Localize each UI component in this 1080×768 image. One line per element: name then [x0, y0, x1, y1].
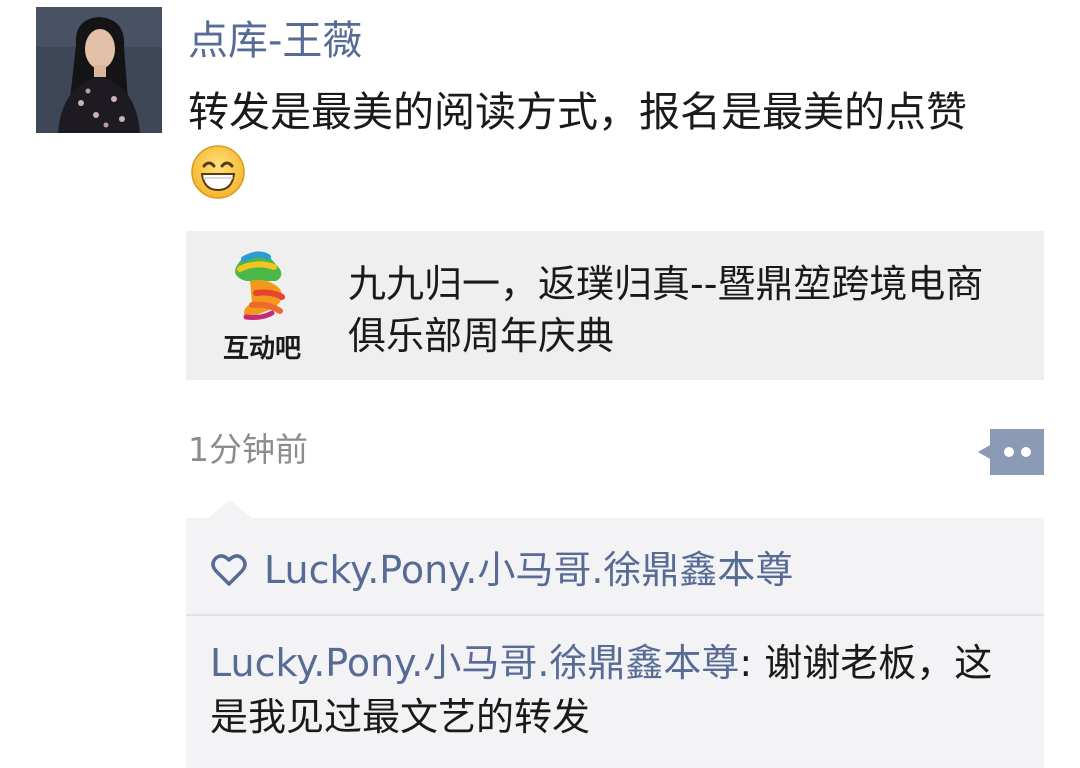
heart-icon	[211, 554, 247, 586]
more-actions-button[interactable]	[978, 429, 1044, 475]
post-timestamp: 1分钟前	[188, 430, 308, 469]
hudongba-logo-graphic	[235, 251, 285, 320]
liker-name[interactable]: Lucky.Pony.小马哥.徐鼎鑫本尊	[264, 544, 793, 596]
comment-author[interactable]: Lucky.Pony.小马哥.徐鼎鑫本尊	[210, 641, 739, 685]
more-dots-icon	[978, 429, 1044, 475]
post-text-content: 转发是最美的阅读方式，报名是最美的点赞	[188, 88, 967, 136]
avatar[interactable]	[36, 7, 162, 133]
panel-divider	[186, 614, 1044, 616]
post-text: 转发是最美的阅读方式，报名是最美的点赞	[188, 80, 1008, 208]
hudongba-hands-logo: 互动吧	[206, 247, 318, 365]
likes-comments-panel: Lucky.Pony.小马哥.徐鼎鑫本尊 Lucky.Pony.小马哥.徐鼎鑫本…	[186, 518, 1044, 768]
comment-item[interactable]: Lucky.Pony.小马哥.徐鼎鑫本尊: 谢谢老板，这是我见过最文艺的转发	[210, 636, 1010, 744]
shared-link-title: 九九归一，返璞归真--暨鼎堃跨境电商俱乐部周年庆典	[348, 262, 984, 358]
author-name[interactable]: 点库-王薇	[188, 12, 362, 70]
hudongba-logo-label: 互动吧	[222, 334, 301, 364]
panel-pointer	[208, 500, 252, 518]
grinning-face-emoji	[190, 144, 246, 200]
avatar-photo	[36, 7, 162, 133]
likes-row: Lucky.Pony.小马哥.徐鼎鑫本尊	[210, 544, 793, 596]
shared-link-card[interactable]: 互动吧 九九归一，返璞归真--暨鼎堃跨境电商俱乐部周年庆典	[186, 231, 1044, 380]
comment-separator: :	[739, 641, 765, 685]
